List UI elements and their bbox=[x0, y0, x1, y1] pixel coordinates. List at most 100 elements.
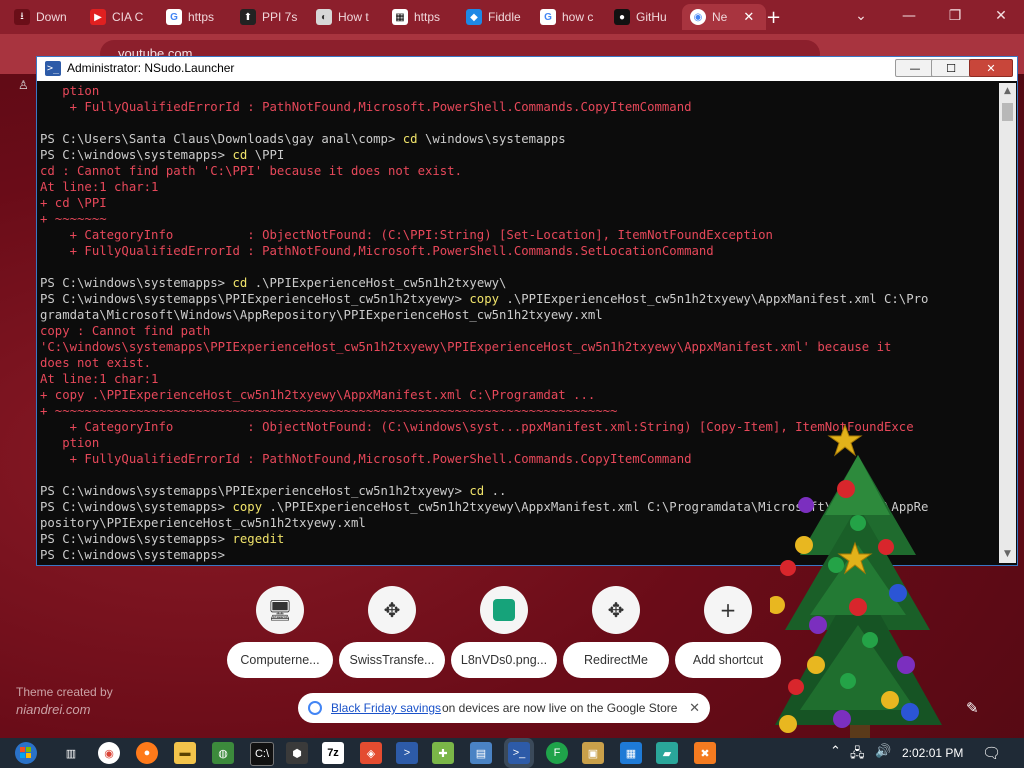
shortcut-label: SwissTransfe... bbox=[339, 642, 445, 678]
vertical-scrollbar[interactable]: ▲ ▼ bbox=[999, 83, 1016, 563]
tab-label: How t bbox=[338, 10, 369, 24]
browser-tab[interactable]: G how c bbox=[540, 4, 610, 30]
app-grid-icon[interactable]: ▦ bbox=[620, 742, 642, 764]
maximize-button[interactable]: ❐ bbox=[932, 0, 978, 32]
terminal-close-button[interactable]: ✕ bbox=[969, 59, 1013, 77]
show-hidden-icons-icon[interactable]: ⌃ bbox=[830, 744, 841, 759]
shortcut-label: Computerne... bbox=[227, 642, 333, 678]
firefox-taskbar-icon[interactable]: ● bbox=[136, 742, 158, 764]
regedit-icon[interactable]: ▤ bbox=[470, 742, 492, 764]
tab-label: Fiddle bbox=[488, 10, 521, 24]
move-arrows-icon: ✥ bbox=[592, 586, 640, 634]
bookmark-icon[interactable]: ♙ bbox=[18, 78, 29, 92]
console-line: gramdata\Microsoft\Windows\AppRepository… bbox=[40, 308, 603, 322]
terminal-maximize-button[interactable]: ☐ bbox=[931, 59, 971, 77]
shortcut-tile[interactable]: L8nVDs0.png... bbox=[448, 586, 560, 678]
minimize-button[interactable]: — bbox=[886, 0, 932, 32]
console-line: + FullyQualifiedErrorId : PathNotFound,M… bbox=[40, 100, 692, 114]
browser-tab[interactable]: ◐ How t bbox=[316, 4, 386, 30]
notes-icon[interactable]: ▰ bbox=[656, 742, 678, 764]
powershell-taskbar-icon[interactable]: > bbox=[396, 742, 418, 764]
scroll-up-icon[interactable]: ▲ bbox=[999, 83, 1016, 100]
command-text: copy bbox=[469, 292, 500, 306]
console-line: + FullyQualifiedErrorId : PathNotFound,M… bbox=[40, 244, 714, 258]
browser-tab-active[interactable]: ◉ Ne ✕ bbox=[682, 4, 766, 30]
browser-tab[interactable]: G https bbox=[166, 4, 234, 30]
google-g-icon bbox=[308, 701, 322, 715]
move-arrows-icon: ✥ bbox=[368, 586, 416, 634]
chrome-icon: ◉ bbox=[690, 9, 706, 25]
console-line: PS C:\Users\Santa Claus\Downloads\gay an… bbox=[40, 131, 998, 147]
volume-icon[interactable]: 🔊 bbox=[875, 744, 891, 759]
network-icon[interactable]: 🖧 bbox=[850, 744, 865, 766]
chrome-taskbar-icon[interactable]: ◉ bbox=[98, 742, 120, 764]
7zip-icon[interactable]: 7z bbox=[322, 742, 344, 764]
xampp-icon[interactable]: ✖ bbox=[694, 742, 716, 764]
console-line: + CategoryInfo : ObjectNotFound: (C:\PPI… bbox=[40, 228, 773, 242]
console-line: + copy .\PPIExperienceHost_cw5n1h2txyewy… bbox=[40, 388, 596, 402]
new-tab-button[interactable]: + bbox=[766, 7, 781, 28]
console-line: + cd \PPI bbox=[40, 196, 107, 210]
network-globe-icon[interactable]: ◍ bbox=[212, 742, 234, 764]
prompt-text: PS C:\windows\systemapps> bbox=[40, 500, 233, 514]
scrollbar-thumb[interactable] bbox=[1002, 103, 1013, 121]
download-icon: ⭳ bbox=[14, 9, 30, 25]
cmd-taskbar-icon[interactable]: C:\ bbox=[250, 742, 274, 766]
upload-cloud-icon: ⬆ bbox=[240, 9, 256, 25]
command-args: .. bbox=[484, 484, 507, 498]
shortcut-tile[interactable]: ✥ SwissTransfe... bbox=[336, 586, 448, 678]
tab-label: CIA C bbox=[112, 10, 144, 24]
powershell-active-icon[interactable]: >_ bbox=[508, 742, 530, 764]
console-line: cd : Cannot find path 'C:\PPI' because i… bbox=[40, 164, 462, 178]
command-args: .\PPIExperienceHost_cw5n1h2txyewy\ bbox=[247, 276, 507, 290]
shortcut-tile[interactable]: ✥ RedirectMe bbox=[560, 586, 672, 678]
command-text: regedit bbox=[232, 532, 285, 546]
theme-credit-label: Theme created by bbox=[16, 685, 113, 699]
package-icon[interactable]: ⬢ bbox=[286, 742, 308, 764]
customize-pencil-icon[interactable]: ✎ bbox=[966, 699, 979, 717]
prompt-text: PS C:\windows\systemapps\PPIExperienceHo… bbox=[40, 292, 470, 306]
prompt-text: PS C:\Users\Santa Claus\Downloads\gay an… bbox=[40, 132, 403, 146]
command-args: .\PPIExperienceHost_cw5n1h2txyewy\AppxMa… bbox=[499, 292, 929, 306]
github-icon: ● bbox=[614, 9, 630, 25]
windows-start-icon[interactable] bbox=[10, 741, 42, 765]
tab-label: GitHu bbox=[636, 10, 667, 24]
taskbar-clock[interactable]: 2:02:01 PM bbox=[902, 746, 963, 760]
close-icon[interactable]: ✕ bbox=[689, 693, 700, 723]
prompt-text: PS C:\windows\systemapps> bbox=[40, 276, 233, 290]
browser-tab[interactable]: ⬆ PPI 7s bbox=[240, 4, 310, 30]
command-args: \windows\systemapps bbox=[417, 132, 566, 146]
console-line: ption bbox=[40, 84, 100, 98]
close-tab-icon[interactable]: ✕ bbox=[743, 9, 754, 25]
youtube-icon: ▶ bbox=[90, 9, 106, 25]
console-line: copy : Cannot find path bbox=[40, 324, 211, 338]
theme-credit[interactable]: Theme created by niandrei.com bbox=[16, 684, 113, 718]
browser-tab[interactable]: ▶ CIA C bbox=[90, 4, 160, 30]
notification-icon[interactable]: 🗨 bbox=[982, 744, 1001, 762]
promo-link[interactable]: Black Friday savings bbox=[331, 693, 441, 723]
browser-tab[interactable]: ● GitHu bbox=[614, 4, 684, 30]
theme-credit-link[interactable]: niandrei.com bbox=[16, 701, 113, 718]
paint-icon[interactable]: ▣ bbox=[582, 742, 604, 764]
git-icon[interactable]: ◈ bbox=[360, 742, 382, 764]
close-window-button[interactable]: ✕ bbox=[978, 0, 1024, 32]
browser-tab[interactable]: ▦ https bbox=[392, 4, 462, 30]
shortcut-tile[interactable]: 🖥 Computerne... bbox=[224, 586, 336, 678]
notepadpp-icon[interactable]: ✚ bbox=[432, 742, 454, 764]
shortcut-label: Add shortcut bbox=[675, 642, 781, 678]
task-view-icon[interactable]: ▥ bbox=[60, 742, 82, 764]
browser-tab-strip: ⭳ Down ▶ CIA C G https ⬆ PPI 7s ◐ How t … bbox=[0, 0, 1024, 34]
site-icon: ◐ bbox=[316, 9, 332, 25]
add-shortcut-button[interactable]: + Add shortcut bbox=[672, 586, 784, 678]
terminal-title-bar[interactable]: >_ Administrator: NSudo.Launcher — ☐ ✕ bbox=[37, 57, 1017, 81]
fiddler-icon[interactable]: F bbox=[546, 742, 568, 764]
browser-tab[interactable]: ⭳ Down bbox=[14, 4, 84, 30]
terminal-minimize-button[interactable]: — bbox=[895, 59, 935, 77]
scroll-down-icon[interactable]: ▼ bbox=[999, 546, 1016, 563]
tab-search-button[interactable]: ⌄ bbox=[838, 0, 884, 32]
browser-tab[interactable]: ◆ Fiddle bbox=[466, 4, 536, 30]
promo-text: on devices are now live on the Google St… bbox=[442, 701, 678, 715]
file-explorer-icon[interactable]: ▬ bbox=[174, 742, 196, 764]
